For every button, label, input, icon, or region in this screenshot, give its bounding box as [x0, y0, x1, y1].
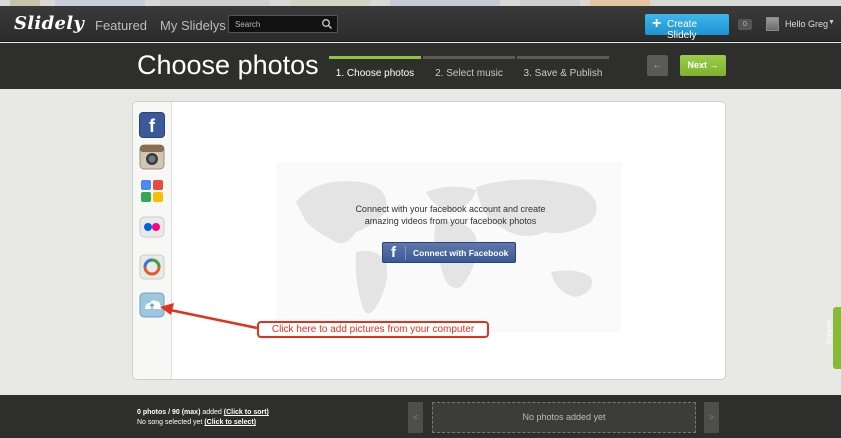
photo-source-panel: f Connect with your facebook account and…: [132, 101, 726, 380]
upload-hint-callout: Click here to add pictures from your com…: [257, 321, 489, 338]
picasa-icon[interactable]: [139, 178, 165, 204]
slidely-logo[interactable]: Slidely: [14, 13, 84, 34]
connect-facebook-button[interactable]: f Connect with Facebook: [382, 242, 516, 263]
song-status-line: No song selected yet (Click to select): [137, 419, 256, 426]
step-progress-bar: [329, 56, 421, 59]
notification-count-badge[interactable]: 0: [738, 19, 752, 30]
step-save-publish[interactable]: 3. Save & Publish: [517, 56, 609, 88]
step-label: 1. Choose photos: [335, 68, 415, 79]
photo-count-line: 0 photos / 90 (max) added (Click to sort…: [137, 409, 269, 416]
button-divider: [405, 246, 406, 260]
facebook-f-icon: f: [391, 244, 396, 261]
nav-my-slidelys[interactable]: My Slidelys: [160, 18, 226, 33]
avatar[interactable]: [766, 17, 779, 31]
connect-message-line1: Connect with your facebook account and c…: [355, 204, 546, 214]
create-slidely-label: Create Slidely: [667, 19, 698, 41]
step-progress-bar: [517, 56, 609, 59]
click-to-select-link[interactable]: (Click to select): [204, 419, 256, 426]
step-label: 2. Select music: [435, 68, 503, 79]
bottom-status-bar: 0 photos / 90 (max) added (Click to sort…: [0, 395, 841, 438]
tray-next-button[interactable]: >: [704, 402, 719, 433]
page-title: Choose photos: [137, 50, 319, 80]
click-to-sort-link[interactable]: (Click to sort): [224, 409, 269, 416]
create-slidely-button[interactable]: + Create Slidely: [645, 14, 729, 41]
connect-facebook-message: Connect with your facebook account and c…: [323, 203, 578, 227]
instagram-icon[interactable]: [139, 144, 165, 170]
source-list: f: [133, 102, 172, 379]
search-icon[interactable]: [321, 18, 333, 30]
search-box: [228, 15, 338, 33]
photo-added-text: added: [200, 409, 224, 416]
next-button[interactable]: Next →: [680, 55, 726, 76]
user-greeting[interactable]: Hello Greg: [785, 19, 828, 29]
photobucket-icon[interactable]: [139, 254, 165, 280]
photo-tray: No photos added yet: [432, 402, 696, 433]
connect-message-line2: amazing videos from your facebook photos: [364, 216, 537, 226]
step-choose-photos[interactable]: 1. Choose photos: [329, 56, 421, 88]
plus-icon: +: [652, 15, 662, 32]
photo-count: 0 photos / 90 (max): [137, 409, 201, 416]
step-select-music[interactable]: 2. Select music: [423, 56, 515, 88]
support-tab[interactable]: Support: [826, 307, 841, 369]
connect-facebook-label: Connect with Facebook: [413, 248, 509, 258]
top-navigation: Slidely Featured My Slidelys + Create Sl…: [0, 6, 841, 42]
step-progress-bar: [423, 56, 515, 59]
search-input[interactable]: [229, 16, 319, 32]
step-label: 3. Save & Publish: [523, 68, 603, 79]
tray-prev-button[interactable]: <: [408, 402, 423, 433]
step-header: Choose photos 1. Choose photos 2. Select…: [0, 43, 841, 89]
song-status-text: No song selected yet: [137, 419, 205, 426]
computer-upload-icon[interactable]: [139, 292, 165, 318]
support-label: Support: [825, 320, 833, 345]
nav-featured[interactable]: Featured: [95, 18, 147, 33]
facebook-icon[interactable]: f: [139, 112, 165, 138]
back-button[interactable]: ←: [647, 55, 668, 76]
flickr-icon[interactable]: [139, 214, 165, 240]
chevron-down-icon[interactable]: ▼: [828, 19, 835, 26]
